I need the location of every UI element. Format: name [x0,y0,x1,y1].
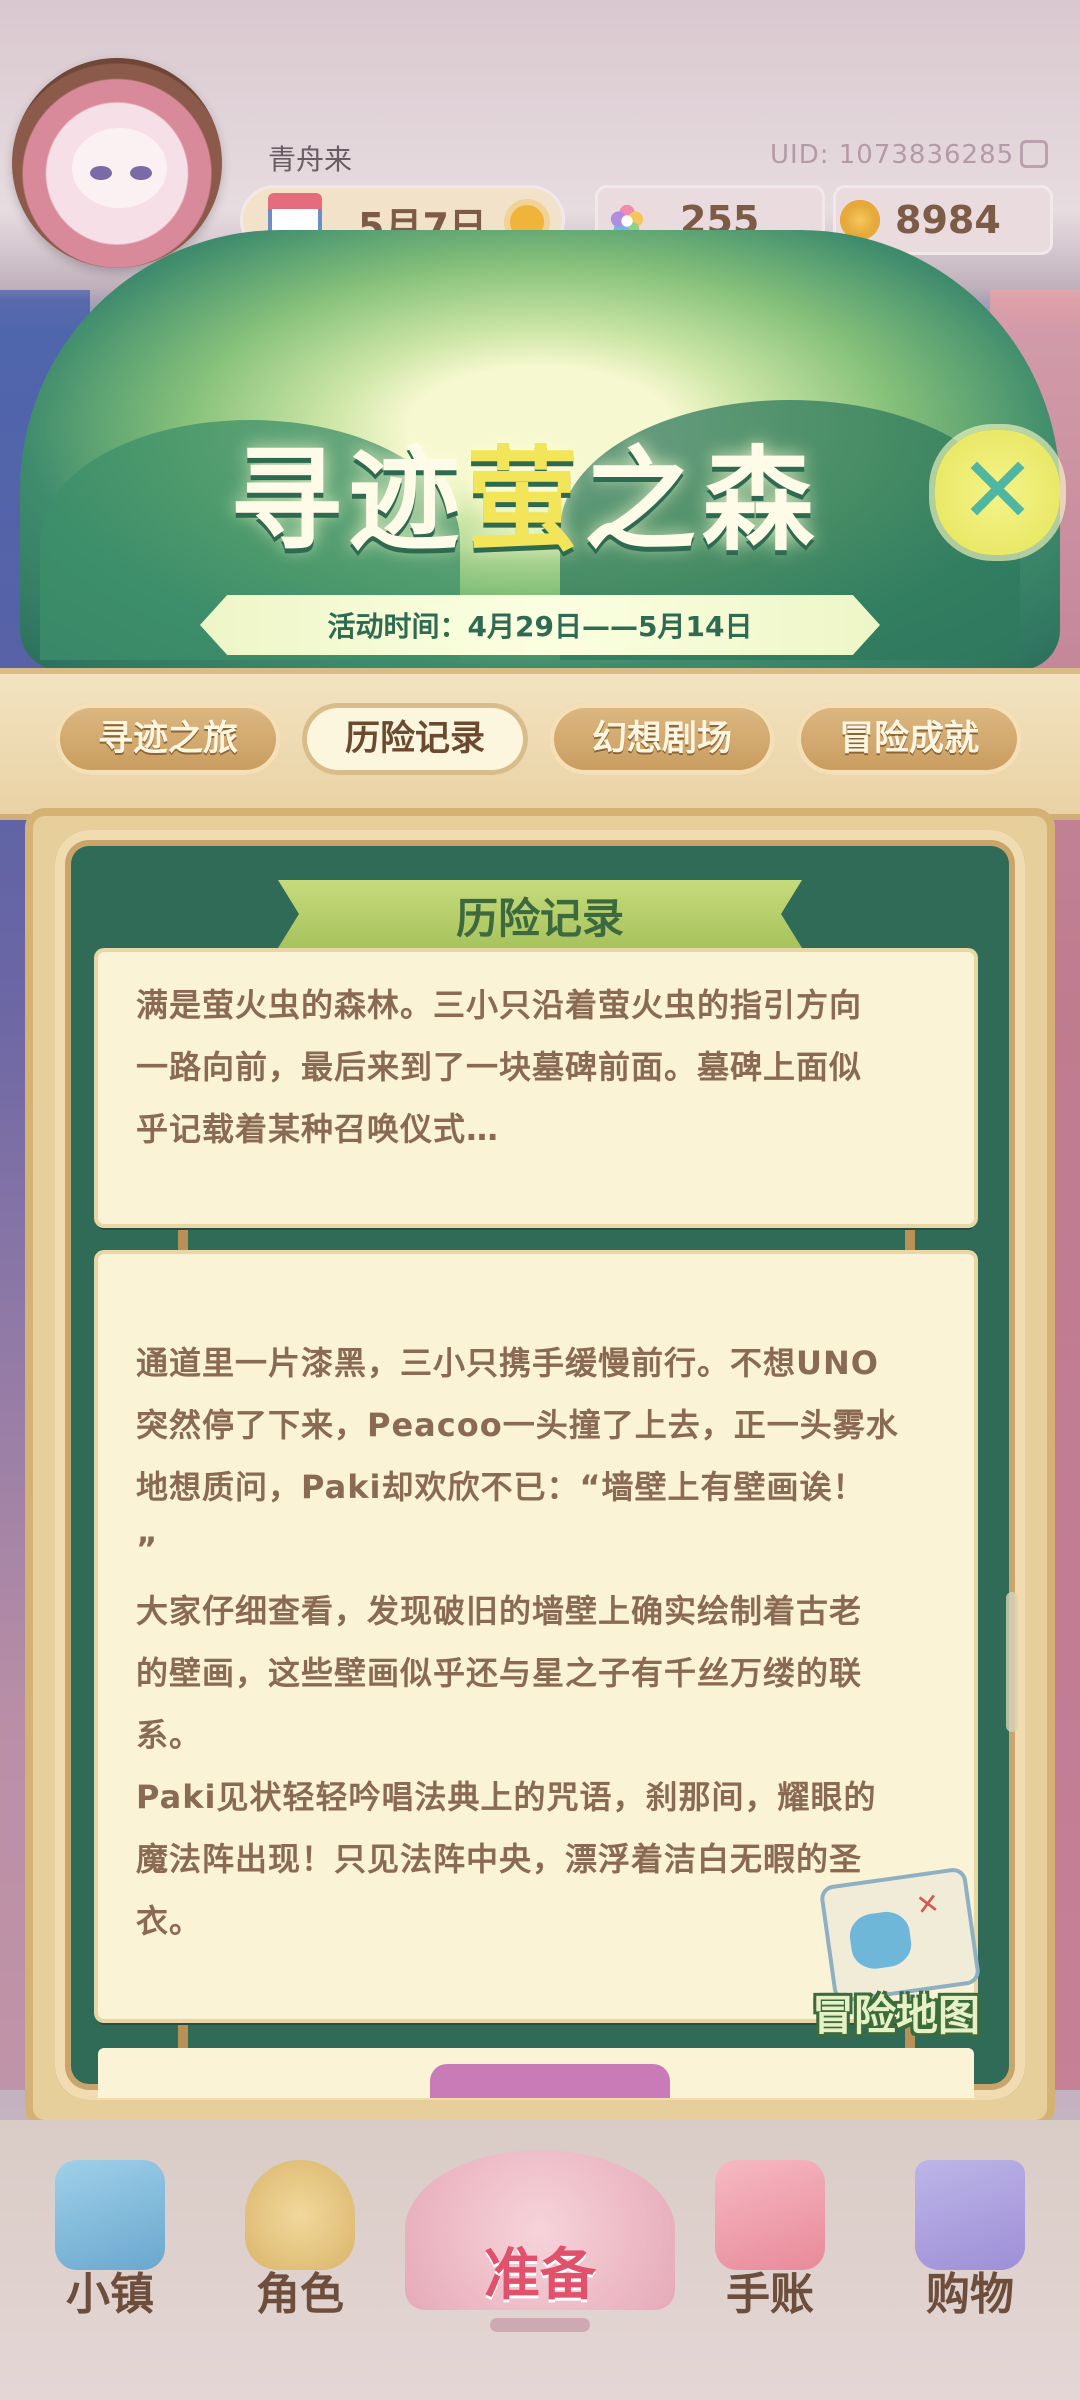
coin-count: 8984 [895,198,1001,242]
log-entry-paragraph: Paki见状轻轻吟唱法典上的咒语，刹那间，耀眼的 魔法阵出现！只见法阵中央，漂浮… [136,1778,877,1940]
shopping-bag-icon[interactable] [915,2160,1025,2270]
log-entry-paragraph: 通道里一片漆黑，三小只携手缓慢前行。不想UNO 突然停了下来，Peacoo一头撞… [136,1344,899,1568]
nav-character[interactable]: 角色 [230,2258,370,2322]
avatar-face [72,128,167,208]
entry-tag-badge [430,2064,670,2098]
tab-journey[interactable]: 寻迹之旅 [55,703,281,775]
event-title-part1: 寻迹 [230,436,466,566]
event-period: 活动时间：4月29日——5月14日 [327,610,753,643]
event-title-part2: 萤 [466,436,584,566]
event-title-part3: 之森 [584,436,820,566]
log-entry-text: 满是萤火虫的森林。三小只沿着萤火虫的指引方向 一路向前，最后来到了一块墓碑前面。… [136,986,863,1148]
log-entry-card: 满是萤火虫的森林。三小只沿着萤火虫的指引方向 一路向前，最后来到了一块墓碑前面。… [98,952,974,1224]
event-title: 寻迹萤之森 [230,410,820,572]
adventure-map-button[interactable]: 冒险地图 [812,1982,980,2043]
player-name: 青舟来 [268,143,353,176]
close-button[interactable]: ✕ [935,430,1060,555]
nav-prepare[interactable]: 准备 [405,2230,675,2311]
log-entry-paragraph: 大家仔细查看，发现破旧的墙壁上确实绘制着古老 的壁画，这些壁画似乎还与星之子有千… [136,1592,863,1754]
map-lake [847,1908,915,1972]
section-title: 历险记录 [455,894,624,943]
copy-uid-icon[interactable] [1020,140,1048,168]
map-x-mark: ✕ [913,1886,942,1923]
nav-shop[interactable]: 购物 [900,2258,1040,2322]
tab-adventure-log[interactable]: 历险记录 [302,703,528,775]
character-bunny-icon[interactable] [245,2160,355,2270]
tab-fantasy-theater[interactable]: 幻想剧场 [549,703,775,775]
scrollbar-thumb[interactable] [1006,1592,1018,1732]
close-icon: ✕ [958,437,1037,544]
home-indicator[interactable] [490,2318,590,2332]
tab-achievements[interactable]: 冒险成就 [796,703,1022,775]
nav-town[interactable]: 小镇 [40,2258,180,2322]
avatar-eye-right [130,166,152,180]
player-avatar[interactable] [12,58,222,268]
nav-journal[interactable]: 手账 [700,2258,840,2322]
avatar-eye-left [90,166,112,180]
town-map-icon[interactable] [55,2160,165,2270]
treasure-map-icon[interactable]: ✕ [823,1870,977,2000]
journal-book-icon[interactable] [715,2160,825,2270]
player-uid: UID: 1073836285 [770,140,1015,170]
